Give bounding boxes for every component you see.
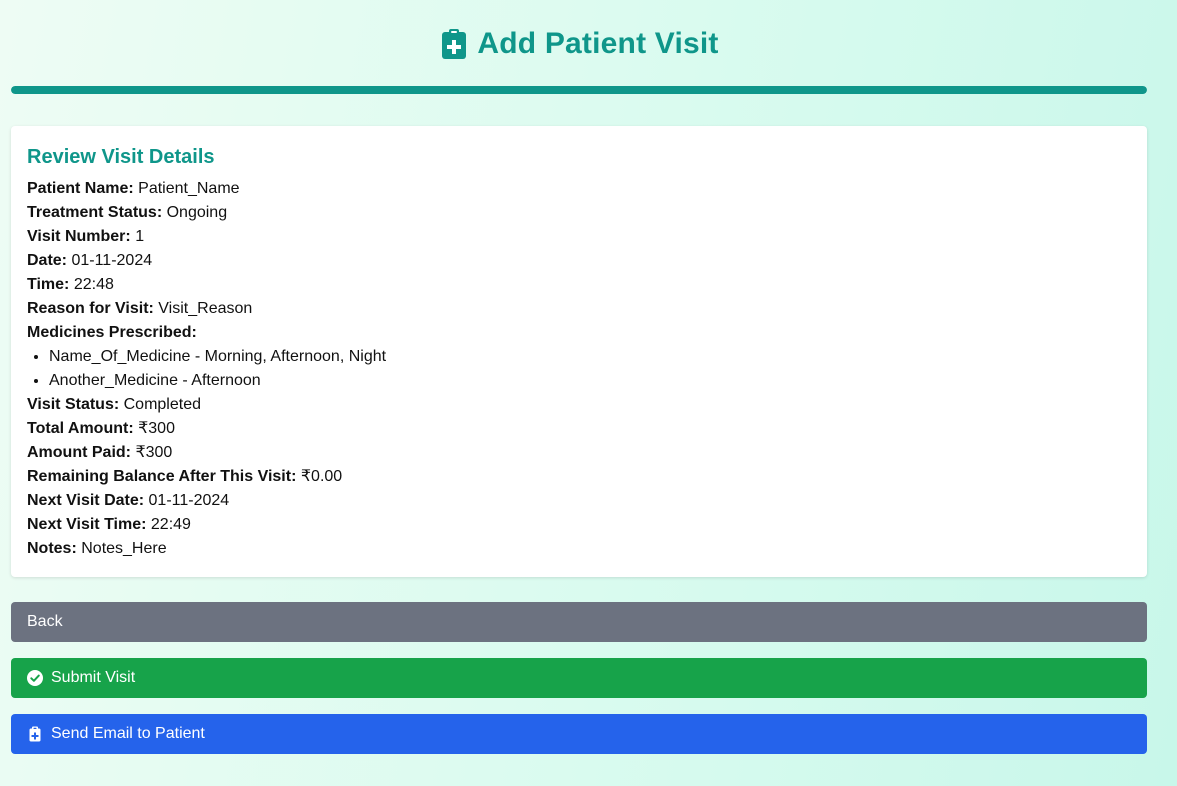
patient-name-value: Patient_Name <box>138 180 240 197</box>
visit-number-row: Visit Number: 1 <box>27 225 1131 249</box>
medicines-heading-row: Medicines Prescribed: <box>27 321 1131 345</box>
visit-number-value: 1 <box>135 228 145 245</box>
next-visit-date-row: Next Visit Date: 01-11-2024 <box>27 489 1131 513</box>
treatment-status-value: Ongoing <box>166 204 228 221</box>
next-visit-time-label: Next Visit Time: <box>27 516 147 533</box>
remaining-balance-value: ₹0.00 <box>300 468 343 485</box>
review-title: Review Visit Details <box>27 146 215 168</box>
clipboard-medical-icon <box>27 726 43 742</box>
treatment-status-label: Treatment Status: <box>27 204 163 221</box>
send-email-button[interactable]: Send Email to Patient <box>11 714 1147 754</box>
notes-value: Notes_Here <box>81 540 167 557</box>
page-header: Add Patient Visit <box>0 22 1160 66</box>
amount-paid-label: Amount Paid: <box>27 444 131 461</box>
notes-row: Notes: Notes_Here <box>27 537 1131 561</box>
medicine-item: Name_Of_Medicine - Morning, Afternoon, N… <box>49 345 1131 369</box>
medicine-item: Another_Medicine - Afternoon <box>49 369 1131 393</box>
submit-visit-button[interactable]: Submit Visit <box>11 658 1147 698</box>
date-value: 01-11-2024 <box>71 252 153 269</box>
back-button-label: Back <box>27 613 63 630</box>
time-label: Time: <box>27 276 70 293</box>
next-visit-date-value: 01-11-2024 <box>148 492 230 509</box>
total-amount-label: Total Amount: <box>27 420 134 437</box>
review-card: Review Visit Details Patient Name: Patie… <box>11 126 1147 577</box>
medicines-label: Medicines Prescribed: <box>27 324 197 341</box>
progress-bar-fill <box>11 86 1147 94</box>
reason-label: Reason for Visit: <box>27 300 154 317</box>
remaining-balance-row: Remaining Balance After This Visit: ₹0.0… <box>27 465 1131 489</box>
visit-status-value: Completed <box>123 396 201 413</box>
notes-label: Notes: <box>27 540 77 557</box>
total-amount-row: Total Amount: ₹300 <box>27 417 1131 441</box>
check-circle-icon <box>27 670 43 686</box>
treatment-status-row: Treatment Status: Ongoing <box>27 201 1131 225</box>
patient-name-label: Patient Name: <box>27 180 134 197</box>
time-row: Time: 22:48 <box>27 273 1131 297</box>
next-visit-time-value: 22:49 <box>150 516 191 533</box>
time-value: 22:48 <box>73 276 114 293</box>
visit-number-label: Visit Number: <box>27 228 131 245</box>
reason-row: Reason for Visit: Visit_Reason <box>27 297 1131 321</box>
reason-value: Visit_Reason <box>158 300 253 317</box>
date-row: Date: 01-11-2024 <box>27 249 1131 273</box>
send-email-label: Send Email to Patient <box>51 725 205 742</box>
amount-paid-row: Amount Paid: ₹300 <box>27 441 1131 465</box>
amount-paid-value: ₹300 <box>135 444 173 461</box>
remaining-balance-label: Remaining Balance After This Visit: <box>27 468 297 485</box>
clipboard-medical-icon <box>441 28 467 60</box>
total-amount-value: ₹300 <box>138 420 175 437</box>
medicines-list: Name_Of_Medicine - Morning, Afternoon, N… <box>27 345 1131 393</box>
page-title: Add Patient Visit <box>477 27 719 60</box>
next-visit-date-label: Next Visit Date: <box>27 492 145 509</box>
progress-bar <box>11 86 1147 94</box>
visit-status-row: Visit Status: Completed <box>27 393 1131 417</box>
back-button[interactable]: Back <box>11 602 1147 642</box>
next-visit-time-row: Next Visit Time: 22:49 <box>27 513 1131 537</box>
patient-name-row: Patient Name: Patient_Name <box>27 177 1131 201</box>
visit-status-label: Visit Status: <box>27 396 120 413</box>
date-label: Date: <box>27 252 68 269</box>
submit-visit-label: Submit Visit <box>51 669 136 686</box>
